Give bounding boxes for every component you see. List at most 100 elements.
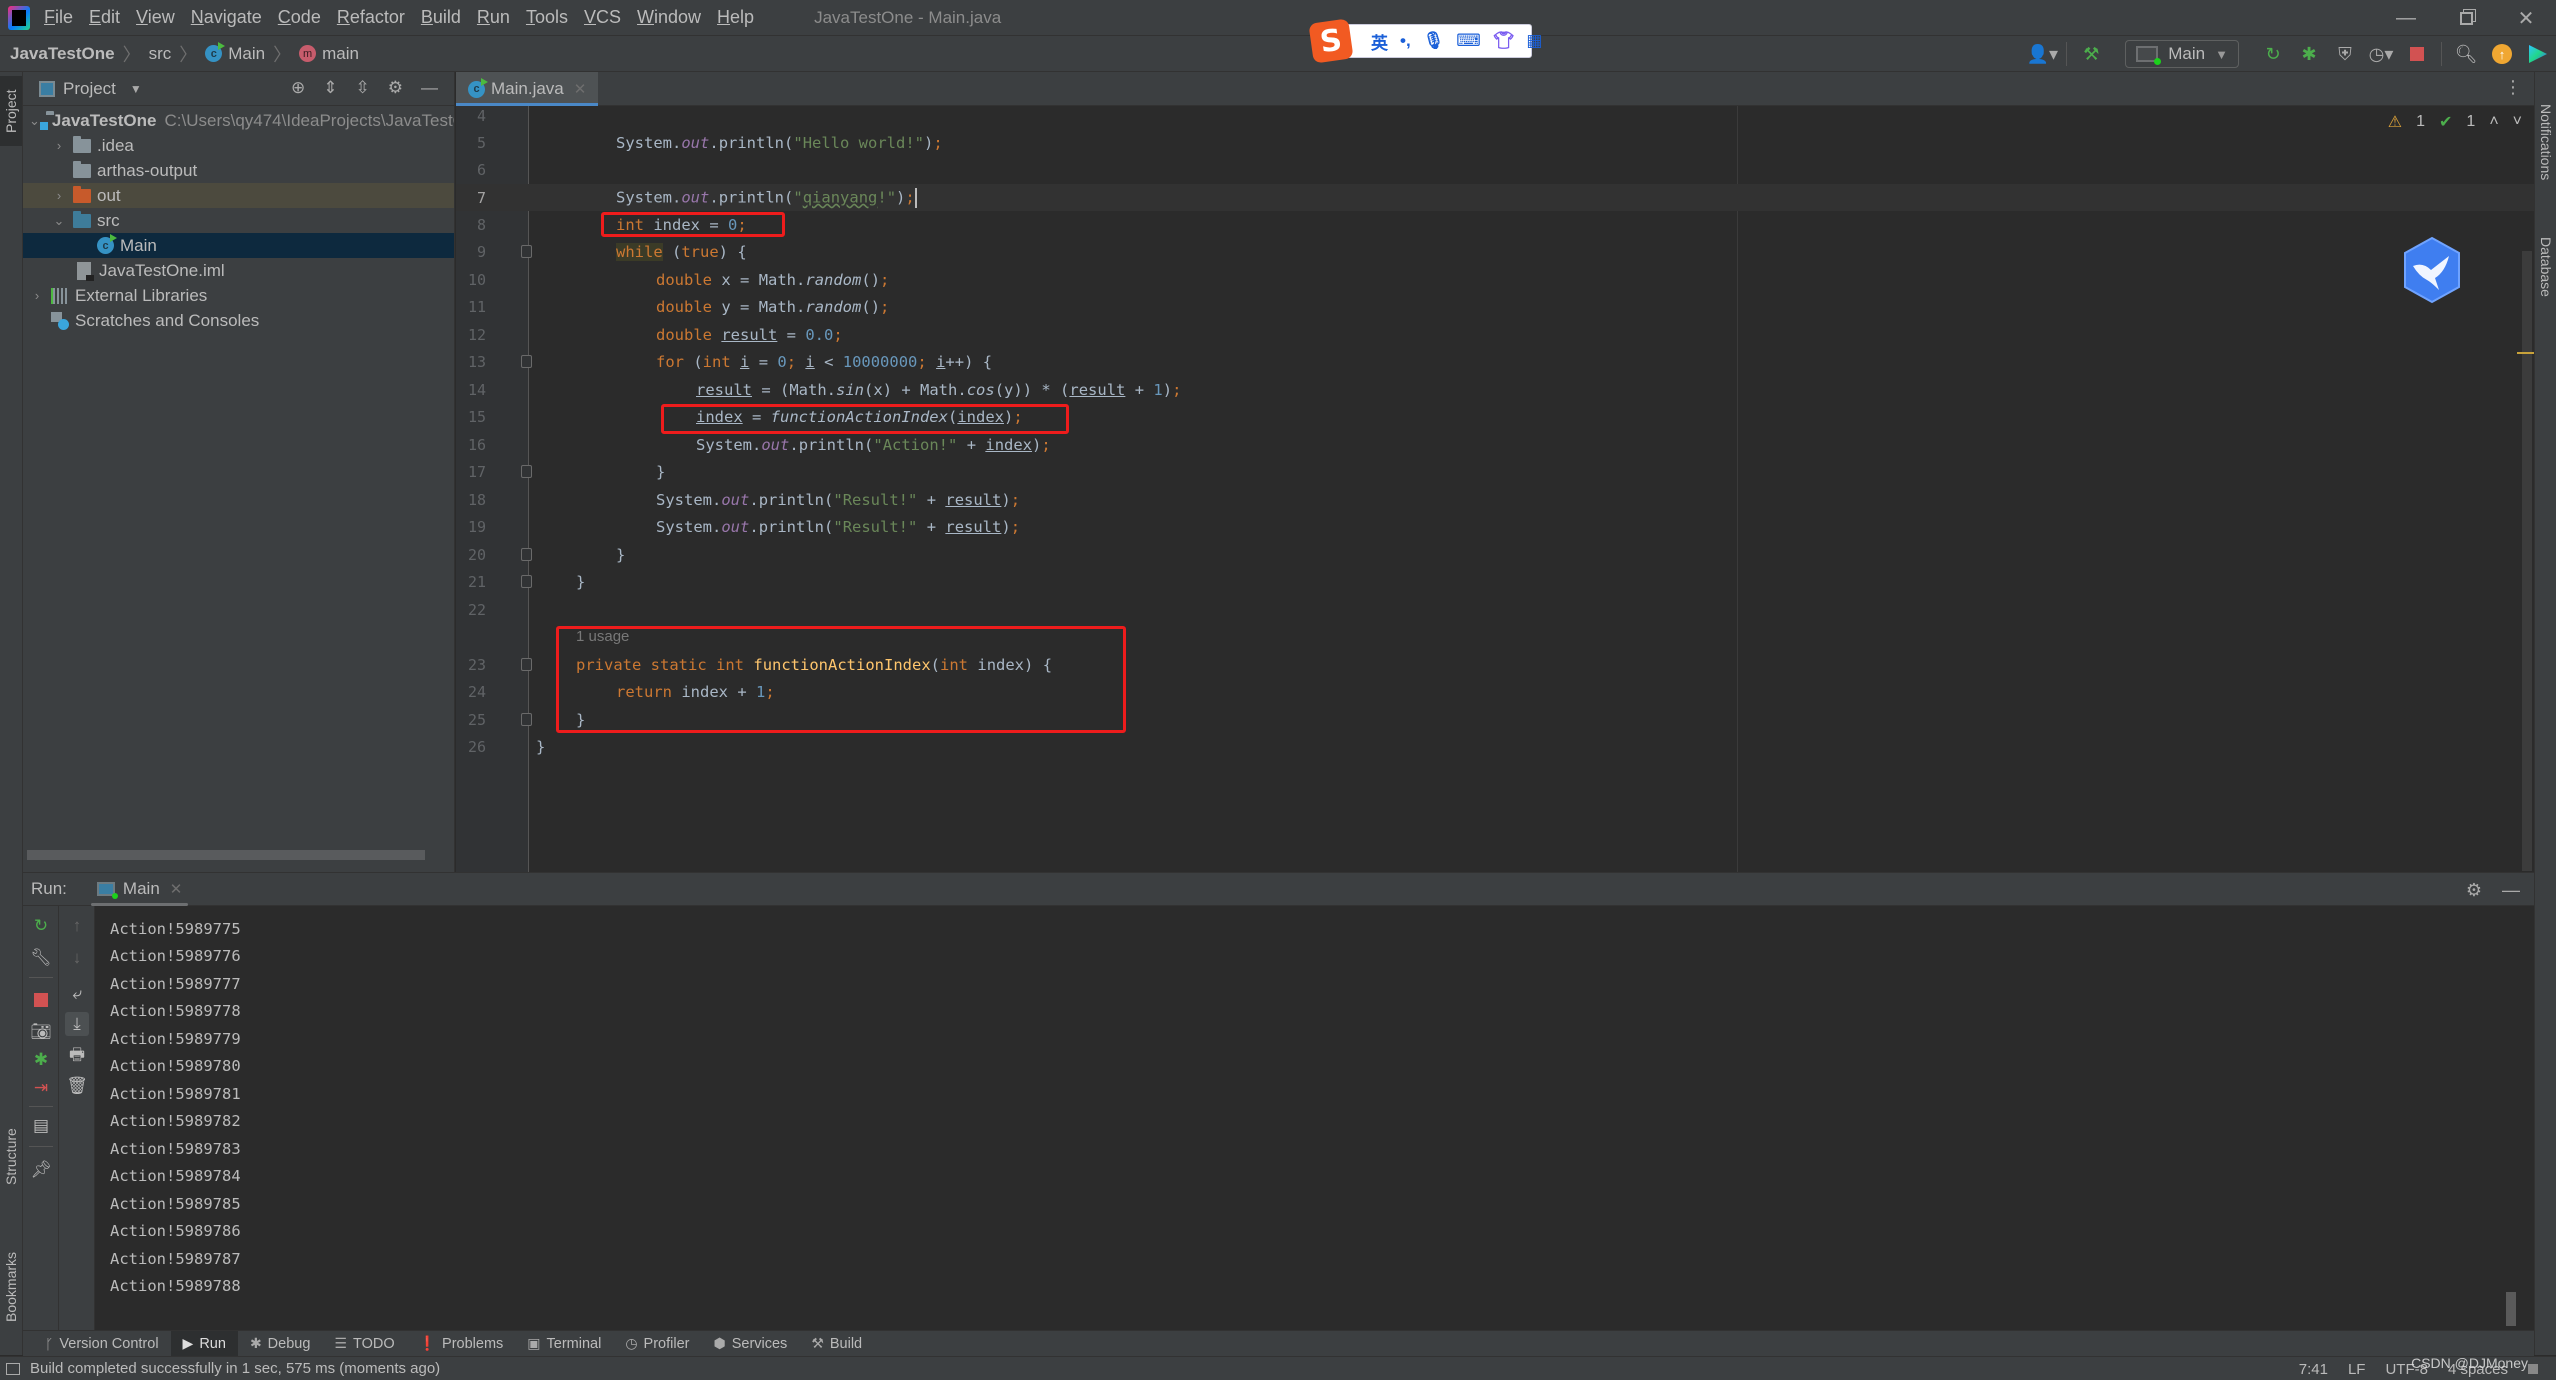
- menu-build[interactable]: Build: [421, 7, 461, 28]
- menu-navigate[interactable]: Navigate: [191, 7, 262, 28]
- tool-services[interactable]: ⬢ Services: [701, 1331, 799, 1357]
- run-configuration-selector[interactable]: Main ▼: [2125, 40, 2239, 68]
- stop-icon[interactable]: [29, 988, 53, 1012]
- ime-language-toggle[interactable]: 英: [1371, 29, 1388, 54]
- rerun-icon[interactable]: ↻: [2257, 38, 2289, 70]
- stop-icon[interactable]: [2401, 38, 2433, 70]
- scroll-to-end-icon[interactable]: ⤓: [65, 1012, 89, 1036]
- expand-all-icon[interactable]: ⇕: [323, 78, 337, 98]
- menu-refactor[interactable]: Refactor: [337, 7, 405, 28]
- coverage-icon[interactable]: ⛨: [2329, 38, 2361, 70]
- code-editor[interactable]: ⚠ 1 ✔ 1 ˄ ˅ 4 5 System.out.println("Hell…: [456, 106, 2534, 872]
- tree-item-arthas-output[interactable]: arthas-output: [23, 158, 454, 183]
- sogou-logo-icon[interactable]: S: [1308, 18, 1354, 64]
- print-icon[interactable]: 🖶: [65, 1044, 89, 1068]
- run-tab-main[interactable]: Main ✕: [90, 872, 189, 906]
- fold-icon[interactable]: [521, 355, 532, 368]
- toggle-tool-windows-icon[interactable]: [6, 1362, 20, 1375]
- tool-version-control[interactable]: ᚴ Version Control: [33, 1331, 171, 1357]
- restore-button[interactable]: [2436, 0, 2496, 36]
- tree-item-javatestone[interactable]: ⌄ JavaTestOne C:\Users\qy474\IdeaProject…: [23, 108, 454, 133]
- more-options-icon[interactable]: ⋮: [2504, 77, 2522, 98]
- gear-icon[interactable]: ⚙: [2466, 880, 2482, 901]
- search-icon[interactable]: 🔍︎: [2450, 38, 2482, 70]
- stripe-project-button[interactable]: Project: [0, 76, 22, 146]
- skin-icon[interactable]: 👕︎: [1493, 31, 1515, 51]
- fold-icon[interactable]: [521, 575, 532, 588]
- chevron-down-icon[interactable]: ⌄: [29, 113, 40, 129]
- breadcrumb-method[interactable]: m main: [299, 44, 359, 64]
- rerun-icon[interactable]: ↻: [29, 914, 53, 938]
- status-message[interactable]: Build completed successfully in 1 sec, 5…: [30, 1360, 440, 1377]
- collapse-all-icon[interactable]: ⇳: [356, 78, 370, 98]
- menu-code[interactable]: Code: [278, 7, 321, 28]
- ime-punctuation-toggle[interactable]: •,: [1400, 31, 1411, 51]
- chevron-down-icon[interactable]: ▼: [130, 82, 142, 96]
- readonly-lock-icon[interactable]: [2528, 1364, 2538, 1374]
- stripe-structure-button[interactable]: Structure: [0, 1102, 22, 1212]
- close-tab-icon[interactable]: ✕: [170, 880, 183, 898]
- build-hammer-icon[interactable]: ⚒: [2075, 38, 2107, 70]
- camera-icon[interactable]: 📷︎: [29, 1020, 53, 1044]
- tool-todo[interactable]: ☰ TODO: [322, 1331, 406, 1357]
- floating-assistant-icon[interactable]: [2401, 236, 2463, 304]
- menu-tools[interactable]: Tools: [526, 7, 568, 28]
- hide-icon[interactable]: —: [421, 78, 438, 98]
- fold-icon[interactable]: [521, 245, 532, 258]
- console-vertical-scrollbar[interactable]: [2506, 1292, 2516, 1326]
- breadcrumb-class[interactable]: c Main: [205, 42, 265, 64]
- layout-icon[interactable]: ▤: [29, 1114, 53, 1138]
- keyboard-icon[interactable]: ⌨: [1456, 31, 1481, 51]
- tree-item-iml[interactable]: JavaTestOne.iml: [23, 258, 454, 283]
- fold-icon[interactable]: [521, 658, 532, 671]
- breadcrumb-project[interactable]: JavaTestOne: [10, 44, 115, 64]
- pin-icon[interactable]: 📌︎: [29, 1158, 53, 1182]
- update-icon[interactable]: ↑: [2486, 38, 2518, 70]
- tree-item-main[interactable]: c Main: [23, 233, 454, 258]
- stripe-bookmarks-button[interactable]: Bookmarks: [0, 1222, 22, 1352]
- account-icon[interactable]: 👤▾: [2026, 38, 2058, 70]
- debug-attach-icon[interactable]: ✱: [29, 1048, 53, 1072]
- gear-icon[interactable]: ⚙: [388, 78, 403, 98]
- warning-scroll-marker[interactable]: [2517, 352, 2534, 354]
- line-separator[interactable]: LF: [2348, 1361, 2366, 1378]
- chevron-right-icon[interactable]: ›: [29, 288, 45, 303]
- menu-view[interactable]: View: [136, 7, 175, 28]
- locate-icon[interactable]: ⊕: [291, 78, 305, 98]
- grid-icon[interactable]: ▦: [1526, 31, 1542, 51]
- fold-icon[interactable]: [521, 713, 532, 726]
- caret-position[interactable]: 7:41: [2299, 1361, 2328, 1378]
- fold-icon[interactable]: [521, 465, 532, 478]
- exit-icon[interactable]: ⇥: [29, 1076, 53, 1100]
- menu-help[interactable]: Help: [717, 7, 754, 28]
- stripe-notifications-button[interactable]: Notifications: [2535, 82, 2556, 202]
- chevron-right-icon[interactable]: ›: [51, 188, 67, 203]
- edit-configuration-icon[interactable]: 🔧︎: [29, 946, 53, 970]
- menu-run[interactable]: Run: [477, 7, 510, 28]
- menu-window[interactable]: Window: [637, 7, 701, 28]
- tree-item-external-libraries[interactable]: › External Libraries: [23, 283, 454, 308]
- tool-run[interactable]: ▶ Run: [170, 1330, 238, 1357]
- chevron-right-icon[interactable]: ›: [51, 138, 67, 153]
- toolbox-icon[interactable]: [2522, 38, 2554, 70]
- project-horizontal-scrollbar[interactable]: [27, 850, 425, 860]
- tool-profiler[interactable]: ◷ Profiler: [613, 1331, 701, 1357]
- microphone-icon[interactable]: 🎙︎: [1423, 31, 1445, 51]
- tree-item-src[interactable]: ⌄ src: [23, 208, 454, 233]
- tool-build[interactable]: ⚒ Build: [799, 1331, 874, 1357]
- hide-panel-icon[interactable]: —: [2502, 880, 2520, 901]
- tree-item-scratches[interactable]: Scratches and Consoles: [23, 308, 454, 333]
- tool-terminal[interactable]: ▣ Terminal: [515, 1331, 613, 1357]
- chevron-down-icon[interactable]: ⌄: [51, 213, 67, 229]
- console-output[interactable]: Action!5989775 Action!5989776 Action!598…: [96, 906, 2516, 1330]
- breadcrumb-src[interactable]: src: [149, 44, 172, 64]
- arrow-up-icon[interactable]: ↑: [65, 914, 89, 938]
- menu-vcs[interactable]: VCS: [584, 7, 621, 28]
- arrow-down-icon[interactable]: ↓: [65, 946, 89, 970]
- stripe-database-button[interactable]: Database: [2535, 212, 2556, 322]
- project-panel-title[interactable]: Project: [63, 79, 116, 99]
- soft-wrap-icon[interactable]: ⤶: [65, 982, 89, 1006]
- tool-debug[interactable]: ✱ Debug: [238, 1331, 322, 1357]
- trash-icon[interactable]: 🗑︎: [65, 1074, 89, 1098]
- close-button[interactable]: ✕: [2496, 0, 2556, 36]
